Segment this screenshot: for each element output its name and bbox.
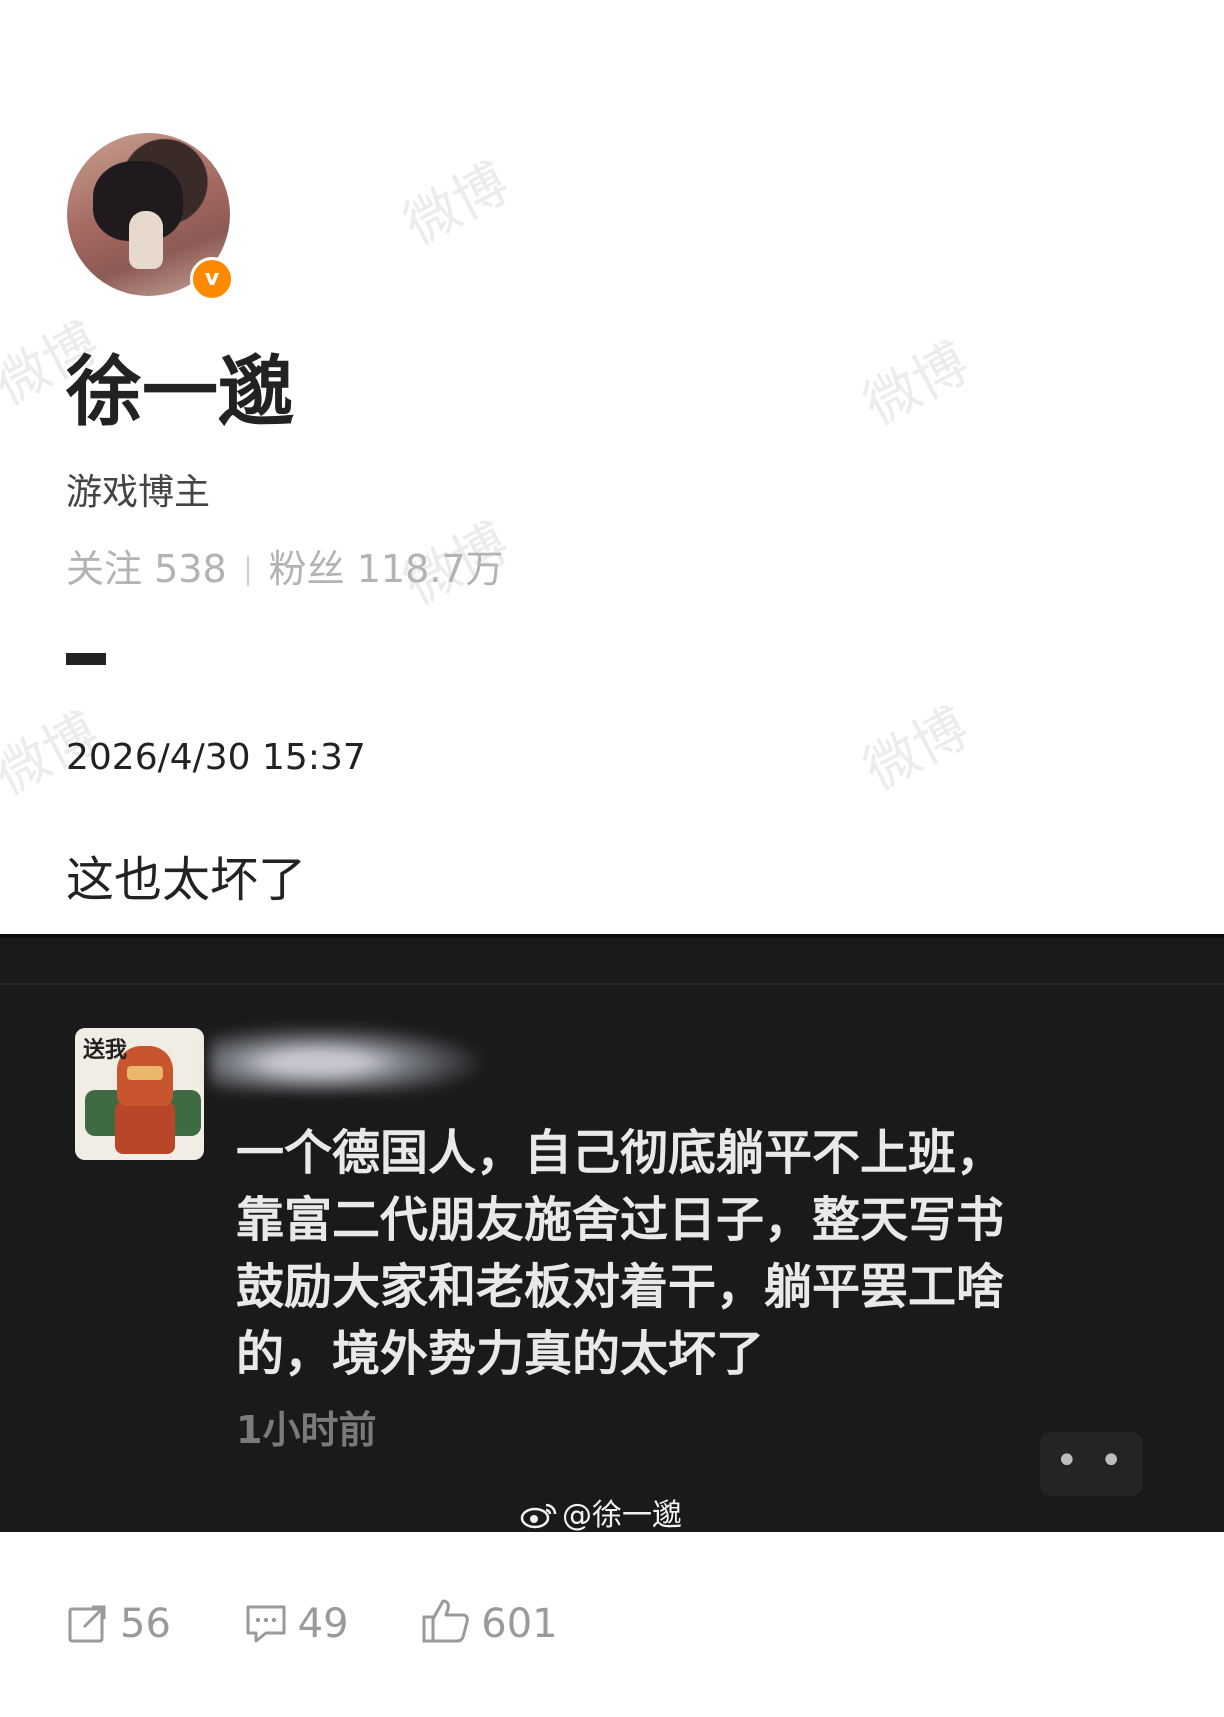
divider-dash (66, 653, 106, 665)
avatar-child (129, 211, 163, 269)
commenter-avatar: 送我 (75, 1028, 204, 1160)
thumbs-up-icon (422, 1599, 470, 1643)
comment-line: 靠富二代朋友施舍过日子，整天写书 (236, 1192, 1005, 1248)
blurred-username (210, 1026, 480, 1092)
stats-divider (246, 556, 249, 586)
followers-label: 粉丝 (268, 547, 345, 591)
sticker-label: 送我 (83, 1038, 128, 1063)
comment-count: 49 (297, 1601, 349, 1647)
repost-button[interactable]: 56 (66, 1601, 171, 1647)
profile-stats: 关注 538 粉丝 118.7万 (66, 538, 504, 593)
like-count: 601 (481, 1601, 558, 1647)
watermark: 微博 (853, 695, 979, 803)
watermark-handle: @徐一邈 (562, 1498, 682, 1533)
comment-text: 一个德国人，自己彻底躺平不上班， 靠富二代朋友施舍过日子，整天写书 鼓励大家和老… (236, 1120, 1136, 1388)
screenshot-divider (0, 983, 1224, 985)
following-stat[interactable]: 关注 538 (66, 547, 227, 591)
action-bar: 56 49 601 (66, 1597, 618, 1647)
comment-icon (246, 1605, 286, 1643)
post-timestamp: 2026/4/30 15:37 (66, 737, 366, 778)
repost-count: 56 (120, 1601, 171, 1647)
comment-button[interactable]: 49 (244, 1601, 349, 1647)
profile-bio: 游戏博主 (66, 472, 211, 513)
following-count: 538 (154, 547, 227, 591)
comment-time: 1小时前 (236, 1408, 377, 1452)
watermark: 微博 (853, 330, 979, 438)
comment-line: 的，境外势力真的太坏了 (236, 1326, 765, 1382)
repost-icon (68, 1605, 106, 1643)
followers-count: 118.7万 (356, 547, 504, 591)
embedded-screenshot[interactable]: 送我 一个德国人，自己彻底躺平不上班， 靠富二代朋友施舍过日子，整天写书 鼓励大… (0, 934, 1224, 1534)
like-button[interactable]: 601 (421, 1597, 558, 1647)
comment-line: 一个德国人，自己彻底躺平不上班， (236, 1125, 1005, 1181)
watermark: 微博 (393, 150, 519, 258)
profile-name[interactable]: 徐一邈 (66, 330, 294, 440)
weibo-logo-icon (520, 1503, 557, 1529)
verified-badge-icon: v (190, 257, 234, 301)
post-text: 这也太坏了 (66, 852, 307, 908)
followers-stat[interactable]: 粉丝 118.7万 (269, 547, 504, 591)
weibo-watermark: @徐一邈 (520, 1490, 682, 1534)
avatar-visor (127, 1066, 163, 1080)
comment-line: 鼓励大家和老板对着干，躺平罢工啥 (236, 1259, 1005, 1315)
more-options-button[interactable]: • • (1040, 1432, 1142, 1496)
avatar-body (115, 1102, 175, 1154)
following-label: 关注 (66, 547, 143, 591)
